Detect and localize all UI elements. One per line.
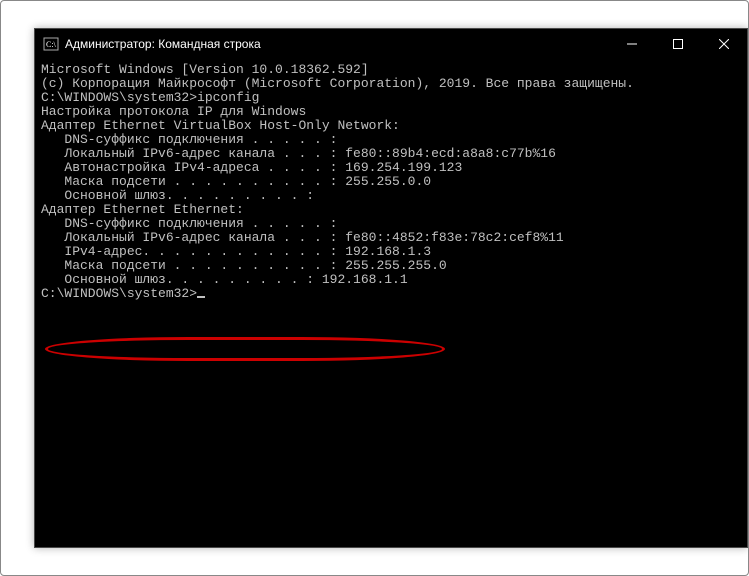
terminal-line: Основной шлюз. . . . . . . . . : 192.168… [41,273,741,287]
app-icon: C:\ [43,36,59,52]
terminal-line: C:\WINDOWS\system32> [41,287,741,301]
close-button[interactable] [701,29,747,59]
terminal-line: Маска подсети . . . . . . . . . . : 255.… [41,175,741,189]
terminal-line: Локальный IPv6-адрес канала . . . : fe80… [41,147,741,161]
maximize-button[interactable] [655,29,701,59]
window-controls [609,29,747,59]
terminal-output[interactable]: Microsoft Windows [Version 10.0.18362.59… [35,59,747,547]
window-title: Администратор: Командная строка [65,37,609,51]
terminal-line: IPv4-адрес. . . . . . . . . . . . : 192.… [41,245,741,259]
terminal-line: Автонастройка IPv4-адреса . . . . : 169.… [41,161,741,175]
terminal-line: Настройка протокола IP для Windows [41,105,741,119]
minimize-button[interactable] [609,29,655,59]
terminal-line: Адаптер Ethernet Ethernet: [41,203,741,217]
terminal-line: Маска подсети . . . . . . . . . . : 255.… [41,259,741,273]
terminal-line: Microsoft Windows [Version 10.0.18362.59… [41,63,741,77]
command-prompt-window: C:\ Администратор: Командная строка Micr… [34,28,748,548]
terminal-line: (c) Корпорация Майкрософт (Microsoft Cor… [41,77,741,91]
terminal-line: DNS-суффикс подключения . . . . . : [41,217,741,231]
terminal-line: C:\WINDOWS\system32>ipconfig [41,91,741,105]
cursor [197,296,205,298]
titlebar[interactable]: C:\ Администратор: Командная строка [35,29,747,59]
terminal-line: DNS-суффикс подключения . . . . . : [41,133,741,147]
highlight-annotation [45,337,445,361]
terminal-line: Локальный IPv6-адрес канала . . . : fe80… [41,231,741,245]
svg-text:C:\: C:\ [46,40,57,49]
terminal-line: Адаптер Ethernet VirtualBox Host-Only Ne… [41,119,741,133]
terminal-line: Основной шлюз. . . . . . . . . : [41,189,741,203]
